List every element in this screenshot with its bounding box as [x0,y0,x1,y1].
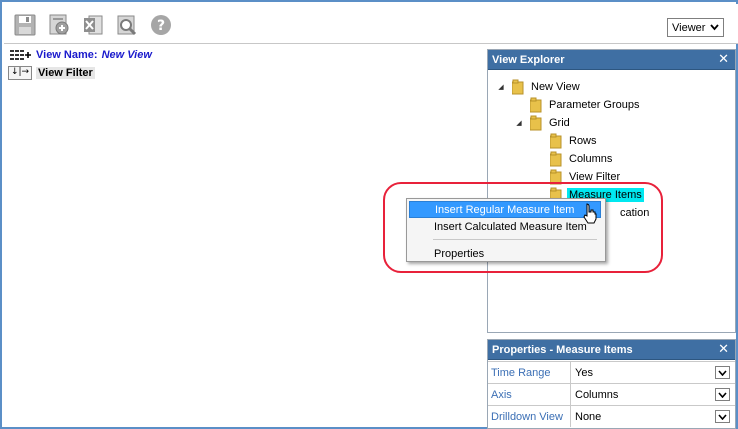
property-name: Axis [488,384,571,405]
view-name-label: View Name: [36,49,98,61]
tree-label: Parameter Groups [549,99,640,111]
mode-select[interactable]: Viewer [667,18,724,37]
chevron-down-icon[interactable] [715,366,730,379]
view-filter-label[interactable]: View Filter [36,66,95,79]
add-view-icon[interactable] [47,13,71,37]
close-icon[interactable]: ✕ [718,342,729,357]
folder-icon [512,79,524,95]
chevron-down-icon[interactable] [715,410,730,423]
property-name: Time Range [488,362,571,383]
menu-item-label: Properties [434,247,485,260]
property-row-axis: Axis Columns [488,383,735,405]
property-value-text: None [575,410,602,423]
chevron-down-icon[interactable] [715,388,730,401]
close-icon[interactable]: ✕ [718,52,729,67]
menu-item-insert-calculated-measure[interactable]: Insert Calculated Measure Item [409,218,601,235]
tree-label: Grid [549,117,570,129]
svg-text:?: ? [157,18,165,34]
property-value-text: Yes [575,366,593,379]
expand-toggle-icon[interactable]: ◢ [514,119,524,127]
view-name-value[interactable]: New View [102,49,152,61]
property-value[interactable]: Columns [571,384,735,405]
mode-select-value: Viewer [672,21,706,34]
menu-separator [433,239,597,240]
preview-icon[interactable] [115,13,139,37]
tree-item-grid[interactable]: ◢ Grid [514,114,572,132]
tree-item-columns[interactable]: Columns [550,150,614,168]
excel-export-icon[interactable] [81,13,105,37]
menu-item-insert-regular-measure[interactable]: Insert Regular Measure Item [409,201,601,218]
context-menu: Insert Regular Measure Item Insert Calcu… [406,198,606,262]
tree-label: Rows [569,135,597,147]
property-value[interactable]: Yes [571,362,735,383]
mouse-cursor-icon [583,203,597,224]
tree-item-parameter-groups[interactable]: Parameter Groups [530,96,641,114]
property-value[interactable]: None [571,406,735,427]
property-row-time-range: Time Range Yes [488,361,735,383]
toolbar: ? Viewer [4,4,738,44]
property-value-text: Columns [575,388,619,401]
expand-toggle-icon[interactable]: ◢ [496,83,506,91]
app-window: ? Viewer View Name: New View ↓|→ View Fi… [0,0,738,429]
tree-item-rows[interactable]: Rows [550,132,599,150]
tree-label: New View [531,81,580,93]
menu-item-label: Insert Calculated Measure Item [434,220,587,233]
menu-item-label: Insert Regular Measure Item [435,203,575,216]
property-name: Drilldown View [488,406,571,427]
view-explorer-title: View Explorer [492,53,565,66]
folder-icon [550,133,562,149]
property-row-drilldown-view: Drilldown View None [488,405,735,427]
tree-item-new-view[interactable]: ◢ New View [496,78,582,96]
properties-title: Properties - Measure Items [492,343,633,356]
folder-icon [530,97,542,113]
folder-icon [550,151,562,167]
save-icon[interactable] [13,13,37,37]
view-explorer-header: View Explorer ✕ [488,50,735,70]
properties-panel: Properties - Measure Items ✕ Time Range … [487,339,736,429]
grid-add-icon[interactable] [10,50,32,60]
filter-arrows-icon[interactable]: ↓|→ [8,65,32,80]
help-icon[interactable]: ? [149,13,173,37]
folder-icon [530,115,542,131]
properties-header: Properties - Measure Items ✕ [488,340,735,360]
view-filter-row: ↓|→ View Filter [8,65,95,80]
view-name-row: View Name: New View [10,48,152,62]
tree-label: Columns [569,153,613,165]
menu-item-properties[interactable]: Properties [409,245,601,262]
chevron-down-icon [710,24,719,31]
